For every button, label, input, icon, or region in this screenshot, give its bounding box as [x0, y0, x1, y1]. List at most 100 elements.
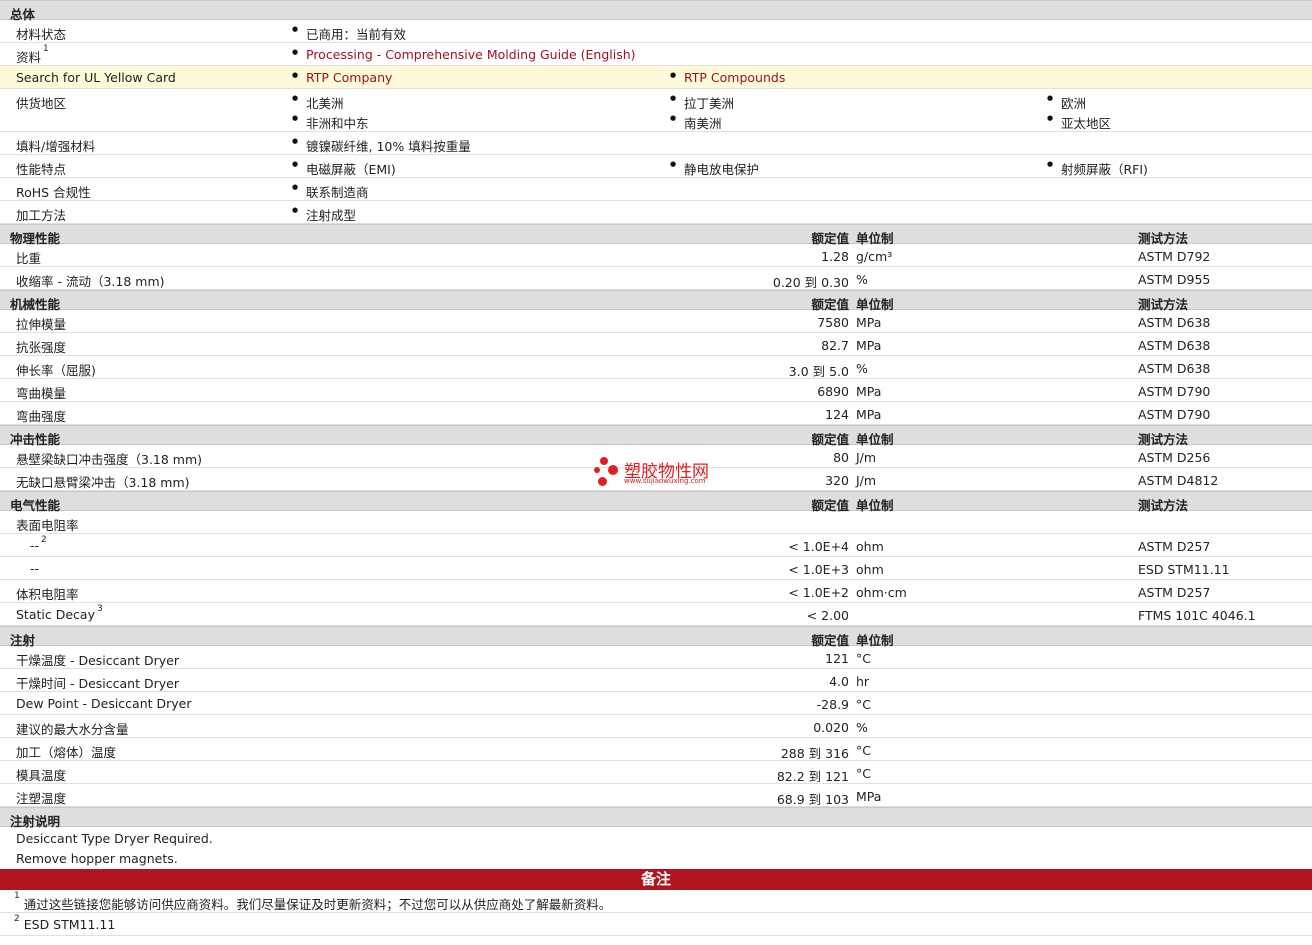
feature-item: 静电放电保护 [670, 159, 759, 178]
row-label: -- [30, 561, 39, 576]
table-row: -- < 1.0E+3 ohm ESD STM11.11 [0, 557, 1312, 580]
rated-value: 82.7 [821, 338, 849, 353]
table-row: 建议的最大水分含量 0.020% [0, 715, 1312, 738]
row-label: 模具温度 [16, 765, 66, 784]
test-method: FTMS 101C 4046.1 [1138, 608, 1256, 623]
row-label: 干燥时间 - Desiccant Dryer [16, 673, 179, 692]
row-label-text: 建议的最大水分含量 [16, 722, 129, 737]
row-label: Dew Point - Desiccant Dryer [16, 696, 192, 711]
rated-value: 0.020 [813, 720, 849, 735]
table-row: 干燥温度 - Desiccant Dryer 121 °C [0, 646, 1312, 669]
row-label: 表面电阻率 [16, 515, 79, 534]
rohs-value: 联系制造商 [292, 182, 369, 201]
row-label: 收缩率 - 流动（3.18 mm) [16, 271, 165, 290]
row-label: 资料1 [16, 44, 49, 65]
row-label: -- 2 [30, 535, 47, 553]
unit-value: % [856, 720, 868, 735]
rated-value: < 1.0E+3 [788, 562, 849, 577]
row-regions: 供货地区 北美洲 拉丁美洲 欧洲 非洲和中东 南美洲 亚太地区 [0, 89, 1312, 132]
row-label-text: 体积电阻率 [16, 587, 79, 602]
unit-value: MPa [856, 384, 882, 399]
injection-rows: 干燥温度 - Desiccant Dryer 121 °C 干燥时间 - Desicc… [0, 646, 1312, 807]
physical-rows: 比重 1.28 g/cm³ ASTM D792 收缩率 - 流动（3.18 mm) 0.2… [0, 244, 1312, 290]
process-value: 注射成型 [292, 205, 356, 224]
rated-value: 288 到 316 [780, 746, 849, 761]
test-method: ASTM D638 [1138, 338, 1211, 353]
row-label: Static Decay 3 [16, 604, 103, 622]
rated-value: 121 [825, 651, 849, 666]
row-label: 弯曲模量 [16, 383, 66, 402]
row-label-text: 伸长率（屈服) [16, 363, 96, 378]
table-row: 抗张强度 82.7 MPa ASTM D638 [0, 333, 1312, 356]
row-label: 供货地区 [16, 96, 67, 111]
row-label-text: 弯曲模量 [16, 386, 67, 401]
region-item: 欧洲 [1047, 93, 1086, 112]
table-row: 模具温度 82.2 到 121 °C [0, 761, 1312, 784]
rated-value: 4.0 [829, 674, 849, 689]
row-label-text: 收缩率 - 流动（3.18 mm) [16, 274, 165, 289]
row-process: 加工方法 注射成型 [0, 201, 1312, 224]
rated-value: 6890 [817, 384, 849, 399]
table-row: 注塑温度 68.9 到 103 MPa [0, 784, 1312, 807]
table-row: Dew Point - Desiccant Dryer -28.9 °C [0, 692, 1312, 715]
test-method: ASTM D4812 [1138, 473, 1219, 488]
row-label: 伸长率（屈服) [16, 360, 96, 379]
bullet: RTP Company [292, 70, 392, 85]
row-label: 注塑温度 [16, 788, 66, 807]
row-label-text: 注塑温度 [16, 791, 67, 806]
rated-value: 82.2 到 121 [776, 769, 849, 784]
rated-value: 80 [833, 450, 849, 465]
molecule-icon [594, 457, 622, 487]
rated-value: 7580 [817, 315, 849, 330]
test-method: ASTM D638 [1138, 361, 1211, 376]
footnote-marker: 1 [43, 44, 49, 54]
table-row: 弯曲模量 6890 MPa ASTM D790 [0, 379, 1312, 402]
row-label-text: 抗张强度 [16, 340, 67, 355]
unit-value: ohm·cm [856, 585, 907, 600]
row-label-text: 加工（熔体）温度 [16, 745, 117, 760]
rtp-compounds-link[interactable]: RTP Compounds [684, 70, 785, 85]
rated-value: 1.28 [821, 249, 849, 264]
footnote-row: 1通过这些链接您能够访问供应商资料。我们尽量保证及时更新资料；不过您可以从供应商… [0, 890, 1312, 913]
rated-value: 3.0 到 5.0 [788, 364, 849, 379]
section-header-electrical: 电气性能 额定值 单位制 测试方法 [0, 491, 1312, 513]
note-line: Remove hopper magnets. [16, 851, 178, 866]
test-method: ASTM D638 [1138, 315, 1211, 330]
note-line: Desiccant Type Dryer Required. [16, 831, 213, 846]
row-label: 填料/增强材料 [16, 139, 96, 154]
row-label-text: 比重 [16, 251, 42, 266]
row-label-text: 模具温度 [16, 768, 67, 783]
notes-header: 备注 [0, 869, 1312, 890]
footnote-marker: 3 [96, 604, 103, 614]
rated-value: 124 [825, 407, 849, 422]
rated-value: -28.9 [816, 697, 849, 712]
test-method: ASTM D955 [1138, 272, 1211, 287]
row-label: 体积电阻率 [16, 584, 79, 603]
table-row: 伸长率（屈服) 3.0 到 5.0% ASTM D638 [0, 356, 1312, 379]
table-row: 干燥时间 - Desiccant Dryer 4.0 hr [0, 669, 1312, 692]
unit-value: hr [856, 674, 870, 689]
rtp-company-link[interactable]: RTP Company [306, 70, 392, 85]
section-header-injection-notes: 注射说明 [0, 807, 1312, 829]
unit-value: % [856, 361, 868, 376]
test-method: ASTM D257 [1138, 585, 1211, 600]
row-label-text: 拉伸模量 [16, 317, 67, 332]
test-method: ASTM D790 [1138, 384, 1211, 399]
table-row: 收缩率 - 流动（3.18 mm) 0.20 到 0.30% ASTM D955 [0, 267, 1312, 290]
unit-value: ohm [856, 562, 884, 577]
table-row: 弯曲强度 124 MPa ASTM D790 [0, 402, 1312, 425]
electrical-rows: 表面电阻率 -- 2 < 1.0E+4 ohm ASTM D257 -- < 1.0E+3 oh… [0, 511, 1312, 626]
watermark-logo: 塑胶物性网 www.sujiaowuxing.com [594, 455, 724, 491]
row-label-text: -- [30, 561, 40, 576]
processing-guide-link[interactable]: Processing - Comprehensive Molding Guide… [306, 47, 636, 62]
feature-item: 射频屏蔽（RFI) [1047, 159, 1148, 178]
row-label: 弯曲强度 [16, 406, 66, 425]
region-item: 亚太地区 [1047, 113, 1111, 132]
row-docs: 资料1 Processing - Comprehensive Molding G… [0, 43, 1312, 66]
row-filler: 填料/增强材料 镀镍碳纤维, 10% 填料按重量 [0, 132, 1312, 155]
feature-item: 电磁屏蔽（EMI) [292, 159, 396, 178]
table-row: -- 2 < 1.0E+4 ohm ASTM D257 [0, 534, 1312, 557]
region-item: 北美洲 [292, 93, 344, 112]
rated-value: 320 [825, 473, 849, 488]
test-method: ASTM D256 [1138, 450, 1211, 465]
